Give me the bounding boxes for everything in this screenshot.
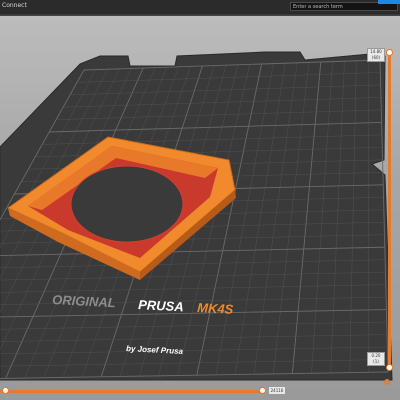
- layer-top-label: 14.80 (60): [367, 48, 385, 62]
- bed-brand-model: MK4S: [197, 300, 234, 317]
- layer-slider-track[interactable]: [388, 52, 391, 368]
- move-slider-right-handle[interactable]: [259, 387, 266, 394]
- layer-top-index: (60): [371, 55, 381, 60]
- layer-slider-bottom-handle[interactable]: [386, 364, 393, 371]
- layer-bottom-label: 0.20 (1): [367, 352, 385, 366]
- move-slider-track[interactable]: [0, 390, 262, 393]
- top-toolbar: Connect Enter a search term: [0, 0, 400, 15]
- move-slider-left-handle[interactable]: [2, 387, 9, 394]
- active-tab-indicator: [378, 0, 400, 4]
- move-slider-value: 24116: [268, 386, 286, 395]
- cog-icon[interactable]: [383, 378, 391, 386]
- print-bed-scene: ORIGINAL PRUSA MK4S by Josef Prusa: [0, 51, 393, 381]
- model-center-hole: [70, 165, 184, 243]
- layer-bottom-index: (1): [373, 359, 379, 364]
- bed-brand-prusa: PRUSA: [138, 297, 184, 314]
- layer-slider-top-handle[interactable]: [386, 49, 393, 56]
- connect-tab[interactable]: Connect: [2, 2, 27, 9]
- 3d-viewport[interactable]: ORIGINAL PRUSA MK4S by Josef Prusa: [0, 16, 400, 400]
